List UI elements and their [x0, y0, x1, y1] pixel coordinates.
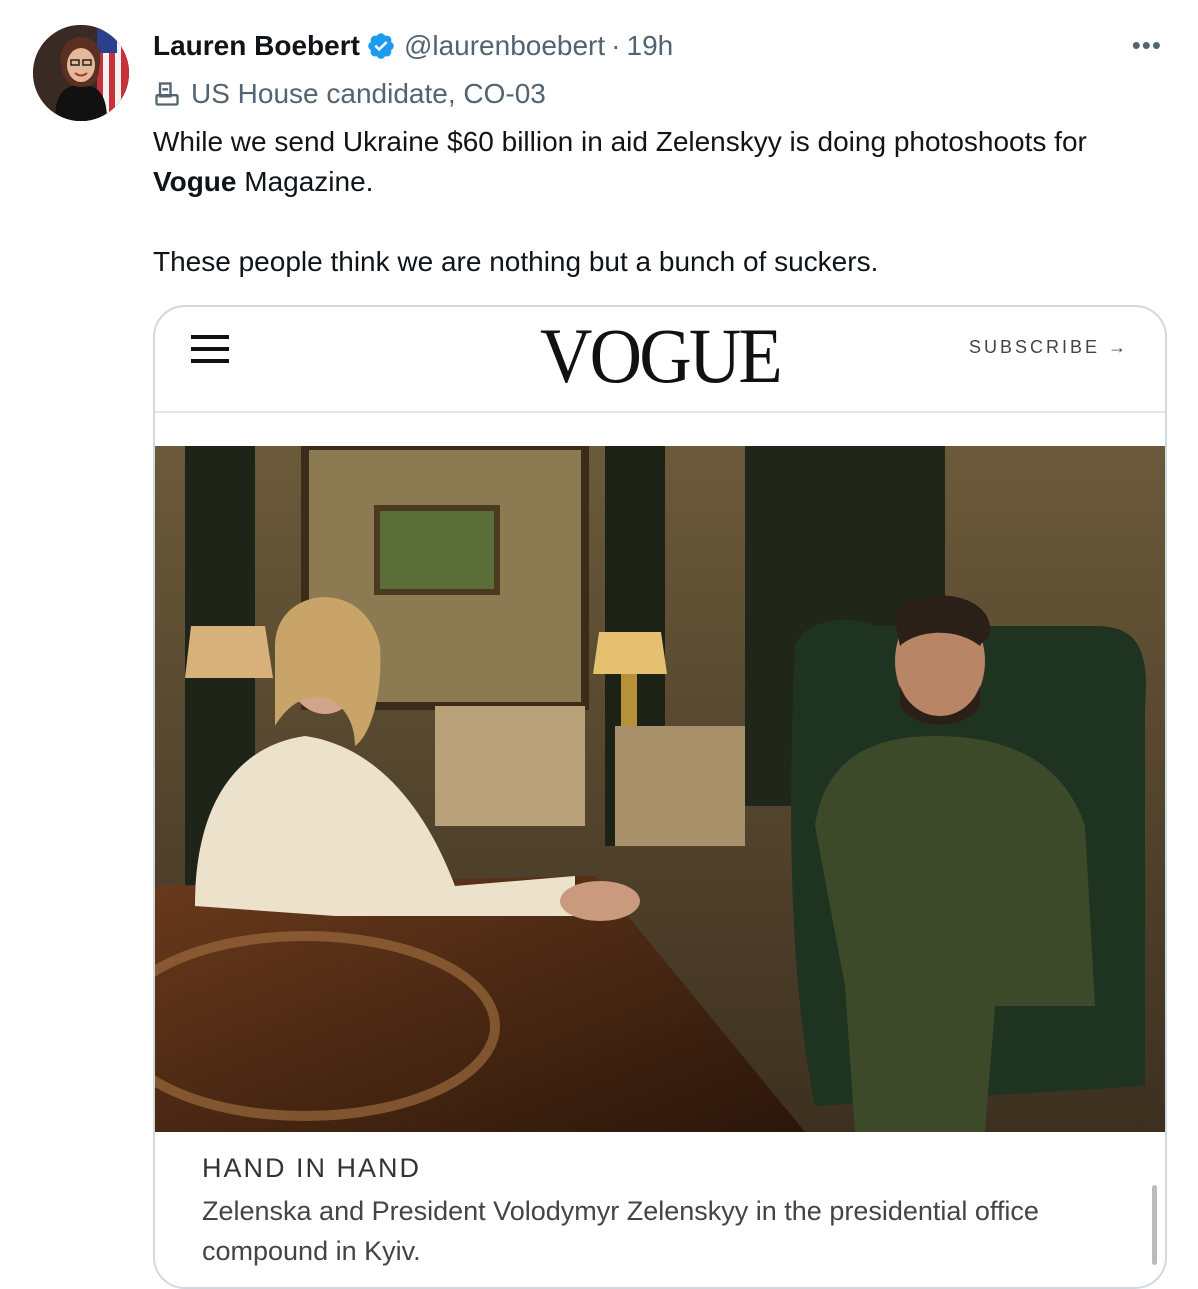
media-screenshot[interactable]: VOGUE SUBSCRIBE → HAND IN HAND Zelenska …: [153, 305, 1167, 1289]
vogue-header: VOGUE SUBSCRIBE →: [155, 307, 1165, 413]
tweet-text-prefix: While we send Ukraine $60 billion in aid…: [153, 126, 1087, 157]
tweet-header: Lauren Boebert @laurenboebert · 19h •••: [153, 26, 1161, 66]
caption-text: Zelenska and President Volodymyr Zelensk…: [202, 1196, 1039, 1266]
photo-image: [155, 446, 1165, 1132]
tweet-paragraph-2: These people think we are nothing but a …: [153, 246, 879, 277]
more-options-icon[interactable]: •••: [1132, 30, 1162, 61]
affiliation-text: US House candidate, CO-03: [191, 78, 546, 109]
feature-photo: [155, 446, 1165, 1132]
tweet-paragraph-1: While we send Ukraine $60 billion in aid…: [153, 122, 1173, 202]
tweet-time[interactable]: 19h: [627, 30, 674, 62]
verified-badge-icon: [366, 31, 396, 61]
avatar-image: [33, 25, 129, 121]
subscribe-link[interactable]: SUBSCRIBE →: [969, 337, 1129, 358]
ballot-box-icon: [153, 80, 181, 108]
tweet-text-bold: Vogue: [153, 166, 237, 197]
separator-dot: ·: [611, 30, 621, 61]
avatar[interactable]: [33, 25, 129, 121]
tweet-text-suffix: Magazine.: [236, 166, 374, 197]
scrollbar[interactable]: [1152, 1185, 1157, 1265]
author-name[interactable]: Lauren Boebert: [153, 30, 360, 62]
affiliation-label: US House candidate, CO-03: [153, 76, 546, 112]
caption-title: HAND IN HAND: [202, 1153, 422, 1183]
author-handle[interactable]: @laurenboebert: [404, 30, 605, 62]
tweet-text: While we send Ukraine $60 billion in aid…: [153, 122, 1173, 282]
